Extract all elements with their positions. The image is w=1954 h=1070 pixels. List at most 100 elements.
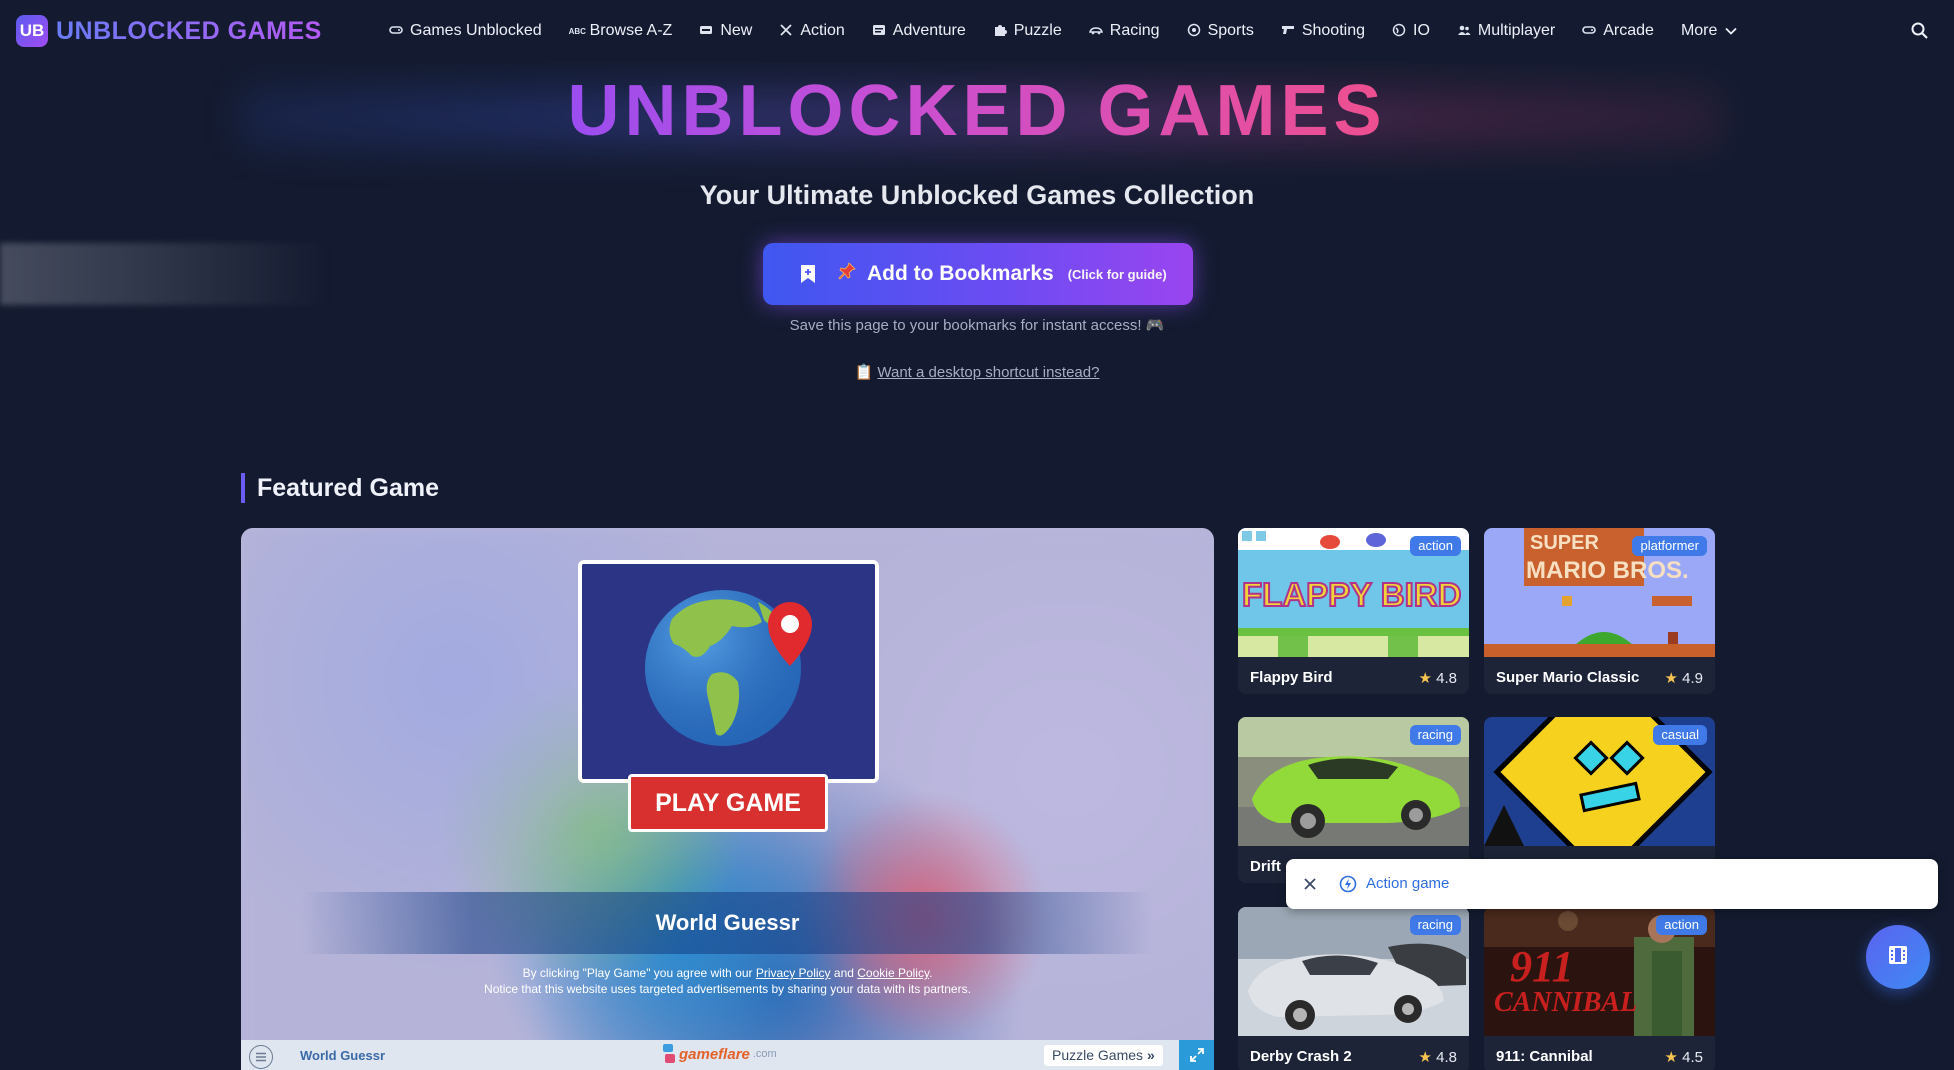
legal-suffix: . [929, 966, 933, 980]
star-icon: ★ [1418, 670, 1432, 687]
featured-section-title: Featured Game [241, 473, 439, 503]
game-rating: ★ 4.8 [1419, 669, 1457, 687]
nav-item-label: IO [1413, 22, 1430, 39]
game-card-flappy-bird[interactable]: FLAPPY BIRD action Flappy Bird ★ 4.8 [1238, 528, 1469, 694]
nav-item-shooting[interactable]: Shooting [1281, 22, 1365, 40]
gameflare-icon [663, 1044, 675, 1063]
game-card-911-cannibal[interactable]: 911 CANNIBAL action 911: Cannibal ★ 4.5 [1484, 907, 1715, 1070]
rating-value: 4.8 [1436, 670, 1457, 687]
save-note: Save this page to your bookmarks for ins… [789, 317, 1165, 334]
thumbnail-title-text: SUPER [1530, 532, 1599, 554]
hero-title: UNBLOCKED GAMES [567, 71, 1387, 151]
nav-more-menu[interactable]: More [1681, 22, 1738, 40]
legal-line-1: By clicking "Play Game" you agree with o… [241, 965, 1214, 981]
chevron-down-icon [1725, 22, 1738, 40]
nav-item-new[interactable]: New [699, 22, 752, 40]
car-icon [1088, 24, 1103, 38]
thumbnail-subtitle-text: MARIO BROS. [1526, 557, 1689, 584]
users-icon [1457, 24, 1471, 39]
game-rating: ★ 4.9 [1665, 669, 1703, 687]
game-rating: ★ 4.5 [1665, 1048, 1703, 1066]
star-icon: ★ [1418, 1049, 1432, 1066]
rating-value: 4.9 [1682, 670, 1703, 687]
game-rating: ★ 4.8 [1419, 1048, 1457, 1066]
thumbnail-title-text: FLAPPY BIRD [1242, 576, 1461, 613]
swords-icon [779, 23, 793, 40]
nav-item-label: Adventure [892, 22, 966, 39]
hero-subtitle: Your Ultimate Unblocked Games Collection [699, 180, 1255, 210]
featured-legal-notice: By clicking "Play Game" you agree with o… [241, 965, 1214, 997]
category-tag: action [1410, 536, 1461, 556]
action-game-popup: Action game [1286, 859, 1938, 909]
new-icon [699, 24, 713, 38]
popup-label[interactable]: Action game [1366, 875, 1449, 892]
category-tag: platformer [1632, 536, 1707, 556]
player-game-name: World Guessr [300, 1048, 386, 1063]
nav-item-puzzle[interactable]: Puzzle [993, 22, 1062, 40]
bookmark-hint: (Click for guide) [1067, 266, 1167, 282]
gun-icon [1281, 24, 1295, 39]
game-card-super-mario-classic[interactable]: SUPER MARIO BROS. platformer Super Mario… [1484, 528, 1715, 694]
logo-badge: UB [16, 15, 48, 47]
desktop-shortcut: 📋 Want a desktop shortcut instead? [0, 363, 1954, 381]
nav-item-label: New [720, 22, 753, 39]
nav-item-action[interactable]: Action [779, 22, 845, 40]
featured-game-player: PLAY GAME World Guessr By clicking "Play… [241, 528, 1214, 1070]
nav-item-racing[interactable]: Racing [1088, 22, 1160, 40]
lightning-icon [1339, 875, 1357, 893]
nav-item-label: Browse A-Z [589, 22, 673, 39]
legal-prefix: By clicking "Play Game" you agree with o… [522, 966, 756, 980]
close-icon[interactable] [1302, 876, 1318, 892]
logo-text: UNBLOCKED GAMES [56, 16, 322, 45]
film-grid-icon [1887, 944, 1909, 971]
gamepad-icon [1582, 24, 1597, 38]
game-card-derby-crash-2[interactable]: racing Derby Crash 2 ★ 4.8 [1238, 907, 1469, 1070]
player-toolbar: World Guessr gameflare .com Puzzle Games… [241, 1040, 1214, 1070]
thumbnail-title-text: 911 [1510, 942, 1574, 991]
nav-item-label: Racing [1109, 22, 1160, 39]
nav-menu: Games Unblocked ABC Browse A-Z New Actio… [389, 0, 1738, 62]
fullscreen-icon[interactable] [1179, 1040, 1214, 1070]
clipboard-icon: 📋 [854, 364, 874, 381]
desktop-shortcut-link[interactable]: Want a desktop shortcut instead? [877, 364, 1099, 381]
featured-game-thumbnail[interactable] [578, 560, 879, 783]
rating-value: 4.5 [1682, 1049, 1703, 1066]
bookmark-label: Add to Bookmarks [867, 262, 1054, 285]
cookie-policy-link[interactable]: Cookie Policy [857, 966, 929, 980]
nav-item-browse-az[interactable]: ABC Browse A-Z [569, 22, 673, 40]
nav-item-arcade[interactable]: Arcade [1582, 22, 1654, 40]
nav-item-label: Multiplayer [1477, 22, 1556, 39]
floating-game-menu-button[interactable] [1866, 925, 1930, 989]
pushpin-icon [837, 261, 857, 287]
bookmark-icon [799, 264, 817, 284]
site-logo[interactable]: UB UNBLOCKED GAMES [16, 15, 322, 47]
ball-icon [1187, 23, 1201, 40]
game-name: Drift [1250, 858, 1281, 875]
map-icon [872, 24, 886, 39]
game-name: Super Mario Classic [1496, 669, 1640, 686]
puzzle-icon [993, 23, 1007, 40]
nav-item-io[interactable]: IO [1392, 22, 1430, 40]
gameflare-brand-suffix: .com [752, 1048, 777, 1060]
nav-item-sports[interactable]: Sports [1187, 22, 1254, 40]
legal-line-2: Notice that this website uses targeted a… [484, 982, 971, 996]
search-icon[interactable] [1910, 21, 1930, 41]
gamepad-icon [389, 24, 403, 38]
category-tag: casual [1653, 725, 1707, 745]
menu-icon[interactable] [249, 1045, 273, 1069]
privacy-policy-link[interactable]: Privacy Policy [756, 966, 831, 980]
nav-item-label: Sports [1207, 22, 1254, 39]
nav-item-label: Shooting [1301, 22, 1365, 39]
legal-and: and [830, 966, 858, 980]
nav-item-adventure[interactable]: Adventure [872, 22, 966, 40]
puzzle-games-link[interactable]: Puzzle Games » [1044, 1045, 1163, 1066]
category-label: Puzzle Games [1052, 1047, 1144, 1063]
globe-icon [1392, 23, 1406, 40]
abc-icon: ABC [568, 26, 586, 36]
add-to-bookmarks-button[interactable]: Add to Bookmarks (Click for guide) [763, 243, 1193, 305]
star-icon: ★ [1664, 1049, 1678, 1066]
play-game-button[interactable]: PLAY GAME [628, 774, 828, 832]
nav-item-multiplayer[interactable]: Multiplayer [1457, 22, 1555, 40]
gameflare-logo[interactable]: gameflare .com [662, 1043, 777, 1065]
nav-item-games-unblocked[interactable]: Games Unblocked [389, 22, 542, 40]
